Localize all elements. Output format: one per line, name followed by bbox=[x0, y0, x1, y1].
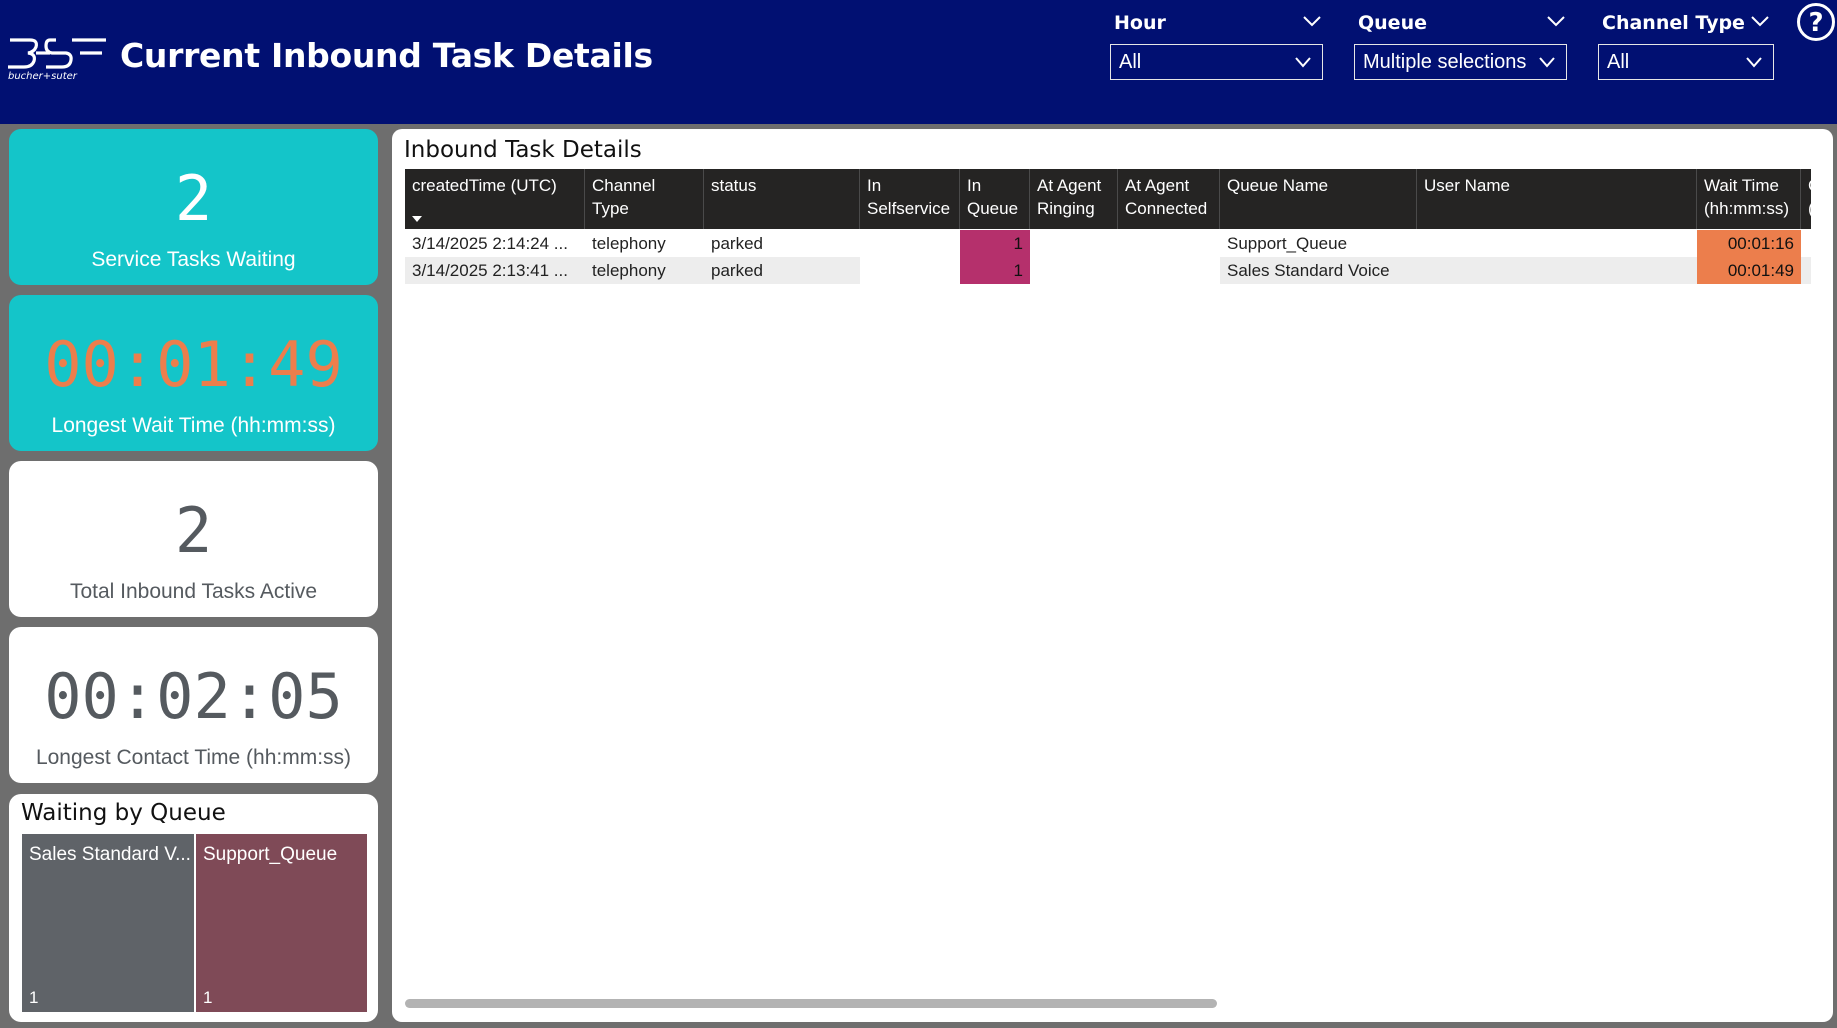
treemap-tile-support-queue[interactable]: Support_Queue 1 bbox=[196, 834, 367, 1012]
table-row[interactable]: 3/14/2025 2:13:41 ... telephony parked 1… bbox=[405, 257, 1811, 284]
tile-count: 1 bbox=[203, 988, 213, 1007]
cell-queue-name: Sales Standard Voice bbox=[1220, 257, 1417, 284]
card-longest-wait-time: 00:01:49 Longest Wait Time (hh:mm:ss) bbox=[9, 295, 378, 451]
question-circle-icon[interactable]: ? bbox=[1796, 2, 1836, 42]
cell-in-selfservice bbox=[860, 230, 960, 257]
cell-contact-time bbox=[1801, 257, 1811, 284]
card-longest-contact-time: 00:02:05 Longest Contact Time (hh:mm:ss) bbox=[9, 627, 378, 783]
slicer-queue-value: Multiple selections bbox=[1363, 51, 1527, 73]
cell-in-queue: 1 bbox=[960, 257, 1030, 284]
chevron-down-icon bbox=[1295, 57, 1311, 68]
cell-channel-type: telephony bbox=[592, 234, 666, 253]
slicer-hour-dropdown[interactable]: All bbox=[1110, 44, 1323, 80]
col-header-in-queue[interactable]: In Queue bbox=[960, 169, 1030, 229]
card-label: Longest Wait Time (hh:mm:ss) bbox=[51, 414, 336, 437]
card-total-inbound-tasks: 2 Total Inbound Tasks Active bbox=[9, 461, 378, 617]
chevron-down-icon bbox=[1539, 57, 1555, 68]
chevron-down-icon[interactable] bbox=[1750, 14, 1770, 28]
card-service-tasks-waiting: 2 Service Tasks Waiting bbox=[9, 129, 378, 285]
waiting-by-queue-title: Waiting by Queue bbox=[21, 800, 226, 826]
cell-user-name bbox=[1417, 257, 1697, 284]
cell-in-queue: 1 bbox=[960, 230, 1030, 257]
chevron-down-icon bbox=[1746, 57, 1762, 68]
cell-created-time: 3/14/2025 2:14:24 ... bbox=[412, 234, 568, 253]
cell-at-agent-connected bbox=[1118, 257, 1220, 284]
task-details-table: createdTime (UTC) Channel Type status In… bbox=[405, 169, 1811, 969]
col-header-channel-type[interactable]: Channel Type bbox=[585, 169, 704, 229]
table-title: Inbound Task Details bbox=[404, 137, 642, 163]
card-value: 00:02:05 bbox=[44, 660, 343, 733]
horizontal-scrollbar[interactable] bbox=[405, 999, 1217, 1008]
cell-user-name bbox=[1417, 230, 1697, 257]
cell-in-selfservice bbox=[860, 257, 960, 284]
card-value: 2 bbox=[174, 494, 213, 567]
header-bar: bucher+suter Current Inbound Task Detail… bbox=[0, 0, 1837, 124]
treemap-tile-sales-standard[interactable]: Sales Standard V... 1 bbox=[22, 834, 194, 1012]
cell-at-agent-connected bbox=[1118, 230, 1220, 257]
card-label: Service Tasks Waiting bbox=[91, 248, 296, 271]
col-header-created-time[interactable]: createdTime (UTC) bbox=[405, 169, 585, 229]
page-title: Current Inbound Task Details bbox=[120, 36, 653, 75]
slicer-hour-value: All bbox=[1119, 51, 1142, 73]
col-header-contact-time[interactable]: Co (h bbox=[1801, 169, 1811, 229]
col-header-at-agent-connected[interactable]: At Agent Connected bbox=[1118, 169, 1220, 229]
cell-queue-name: Support_Queue bbox=[1227, 234, 1348, 253]
col-header-queue-name[interactable]: Queue Name bbox=[1220, 169, 1417, 229]
chevron-down-icon[interactable] bbox=[1302, 14, 1322, 28]
cell-at-agent-ringing bbox=[1030, 230, 1118, 257]
card-label: Longest Contact Time (hh:mm:ss) bbox=[35, 746, 352, 769]
slicer-hour-label: Hour bbox=[1114, 12, 1166, 34]
cell-created-time: 3/14/2025 2:13:41 ... bbox=[405, 257, 585, 284]
slicer-channel-type-dropdown[interactable]: All bbox=[1598, 44, 1774, 80]
table-row[interactable]: 3/14/2025 2:14:24 ... telephony parked 1… bbox=[405, 230, 1811, 257]
waiting-by-queue-card: Waiting by Queue Sales Standard V... 1 S… bbox=[9, 794, 378, 1022]
slicer-channel-type-value: All bbox=[1607, 51, 1630, 73]
cell-status: parked bbox=[704, 257, 860, 284]
tile-count: 1 bbox=[29, 988, 39, 1007]
slicer-channel-type-label: Channel Type bbox=[1602, 12, 1745, 34]
table-header: createdTime (UTC) Channel Type status In… bbox=[405, 169, 1811, 229]
card-value: 2 bbox=[174, 162, 213, 235]
col-header-at-agent-ringing[interactable]: At Agent Ringing bbox=[1030, 169, 1118, 229]
col-header-user-name[interactable]: User Name bbox=[1417, 169, 1697, 229]
cell-wait-time: 00:01:16 bbox=[1697, 230, 1801, 257]
cell-wait-time: 00:01:49 bbox=[1697, 257, 1801, 284]
card-label: Total Inbound Tasks Active bbox=[69, 580, 318, 603]
cell-channel-type: telephony bbox=[585, 257, 704, 284]
cell-status: parked bbox=[711, 234, 763, 253]
tile-label: Support_Queue bbox=[203, 844, 338, 865]
svg-text:?: ? bbox=[1808, 8, 1823, 38]
col-header-in-selfservice[interactable]: In Selfservice bbox=[860, 169, 960, 229]
slicer-queue-label: Queue bbox=[1358, 12, 1427, 34]
logo-text: bucher+suter bbox=[8, 71, 78, 82]
card-value: 00:01:49 bbox=[44, 328, 343, 401]
col-header-wait-time[interactable]: Wait Time (hh:mm:ss) bbox=[1697, 169, 1801, 229]
chevron-down-icon[interactable] bbox=[1546, 14, 1566, 28]
slicer-queue-dropdown[interactable]: Multiple selections bbox=[1354, 44, 1567, 80]
sort-descending-icon bbox=[412, 216, 422, 222]
cell-at-agent-ringing bbox=[1030, 257, 1118, 284]
inbound-task-details-panel: Inbound Task Details createdTime (UTC) C… bbox=[392, 129, 1833, 1022]
col-header-status[interactable]: status bbox=[704, 169, 860, 229]
tile-label: Sales Standard V... bbox=[29, 844, 191, 865]
bucher-suter-logo: bucher+suter bbox=[8, 38, 106, 82]
